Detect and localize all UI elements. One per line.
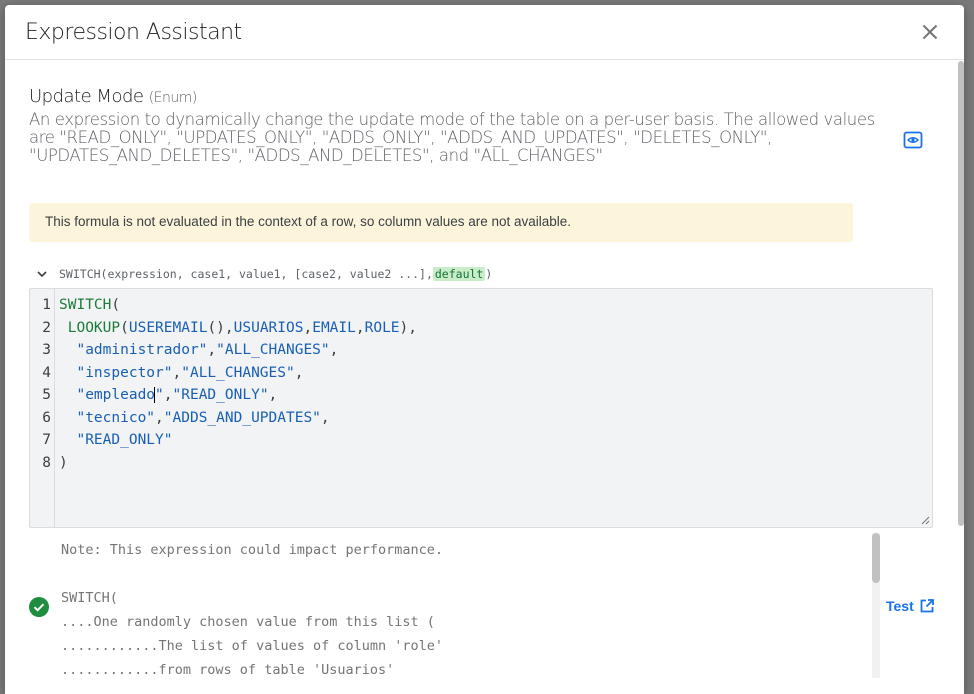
explanation-line: ....One randomly chosen value from this … [61,614,435,630]
code-line: "inspector","ALL_CHANGES", [76,364,304,381]
explanation-line: SWITCH( [61,590,118,606]
signature-close: ) [485,267,493,281]
dialog-scrollbar[interactable] [958,61,964,526]
eye-icon[interactable] [903,130,923,150]
context-warning: This formula is not evaluated in the con… [29,203,853,242]
expression-explanation: SWITCH( ....One randomly chosen value fr… [61,590,443,686]
dialog-body: Update Mode (Enum) An expression to dyna… [5,61,964,694]
explanation-scrollbar-thumb[interactable] [872,533,880,583]
resize-handle-icon[interactable] [920,515,930,525]
line-number: 4 [42,364,51,381]
text-cursor [154,387,156,403]
line-number: 2 [42,319,51,336]
field-description: An expression to dynamically change the … [29,110,875,165]
dialog-header: Expression Assistant [5,5,964,60]
field-title: Update Mode (Enum) [29,86,197,107]
test-button[interactable]: Test [886,598,935,614]
code-line: "READ_ONLY" [76,432,173,448]
function-signature[interactable]: SWITCH(expression, case1, value1, [case2… [35,267,492,281]
expression-editor[interactable]: 1 2 3 4 5 6 7 8 SWITCH( LOOKUP(USEREMAIL… [29,288,933,528]
line-number: 8 [42,454,51,471]
field-type: (Enum) [148,90,198,106]
open-in-new-icon [920,599,934,613]
explanation-line: ............The list of values of column… [61,638,444,654]
line-number-gutter: 1 2 3 4 5 6 7 8 [30,289,55,527]
line-number: 5 [42,387,51,403]
signature-highlight: default [432,267,486,281]
check-circle-icon [29,597,49,617]
code-content[interactable]: SWITCH( LOOKUP(USEREMAIL(),USUARIOS,EMAI… [59,297,417,477]
chevron-down-icon[interactable] [35,267,49,281]
performance-note: Note: This expression could impact perfo… [61,542,444,558]
field-name: Update Mode [29,86,144,107]
line-number: 1 [42,297,51,313]
test-label: Test [886,598,914,614]
explanation-line: ............from rows of table 'Usuarios… [61,662,395,678]
line-number: 3 [42,342,51,358]
signature-text: SWITCH(expression, case1, value1, [case2… [59,267,433,281]
code-line: "empleado","READ_ONLY", [76,387,278,403]
code-line: "administrador","ALL_CHANGES", [76,342,339,358]
code-line: LOOKUP(USEREMAIL(),USUARIOS,EMAIL,ROLE), [67,319,417,336]
close-icon[interactable] [917,19,943,45]
code-line: "tecnico","ADDS_AND_UPDATES", [76,409,330,426]
line-number: 7 [42,432,51,448]
dialog-title: Expression Assistant [25,20,242,45]
expression-assistant-dialog: Expression Assistant Update Mode (Enum) … [5,5,964,694]
line-number: 6 [42,409,51,426]
code-line: SWITCH( [59,297,121,313]
code-line: ) [59,454,68,471]
